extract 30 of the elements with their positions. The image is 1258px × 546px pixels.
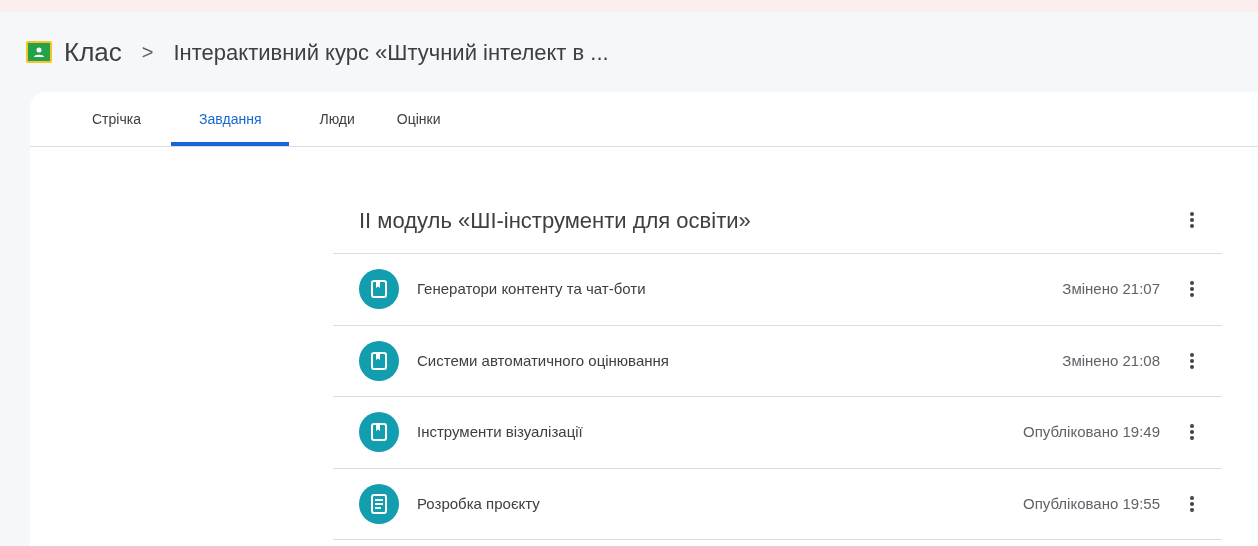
bookmark-icon	[359, 412, 399, 453]
tab[interactable]: Стрічка	[80, 92, 153, 146]
topic-title: ІІ модуль «ШІ-інструменти для освіти»	[359, 206, 751, 235]
item-status: Опубліковано 19:55	[1023, 493, 1160, 514]
classwork-item[interactable]: Інструменти візуалізації Опубліковано 19:49	[333, 397, 1222, 469]
tab[interactable]: Люди	[307, 92, 367, 146]
item-status: Опубліковано 19:49	[1023, 422, 1160, 442]
more-icon	[1190, 281, 1194, 298]
more-icon	[1190, 495, 1194, 512]
item-status: Змінено 21:08	[1062, 350, 1160, 371]
item-title: Розробка проєкту	[417, 493, 541, 514]
item-title: Системи автоматичного оцінювання	[417, 350, 670, 371]
more-icon	[1190, 212, 1194, 228]
item-title: Інструменти візуалізації	[417, 422, 584, 442]
classwork-item[interactable]: Генератори контенту та чат-боти Змінено 21:07	[333, 254, 1222, 326]
course-title: Інтерактивний курс «Штучний інтелект в ...	[173, 38, 609, 67]
classroom-logo-icon	[26, 41, 52, 63]
more-icon	[1190, 424, 1194, 441]
tab[interactable]: Оцінки	[384, 92, 453, 146]
bookmark-icon	[359, 340, 399, 381]
clipboard-icon	[359, 483, 399, 524]
app-name[interactable]: Клас	[64, 32, 122, 72]
classwork-item[interactable]: Розробка проєкту Опубліковано 19:55	[333, 468, 1222, 540]
more-icon	[1190, 352, 1194, 369]
bookmark-icon	[359, 269, 399, 310]
item-status: Змінено 21:07	[1062, 279, 1160, 299]
item-title: Генератори контенту та чат-боти	[417, 279, 647, 299]
classwork-item[interactable]: Системи автоматичного оцінювання Змінено 21:08	[333, 325, 1222, 397]
tab[interactable]: Завдання	[170, 92, 290, 146]
breadcrumb-separator: >	[141, 40, 154, 65]
